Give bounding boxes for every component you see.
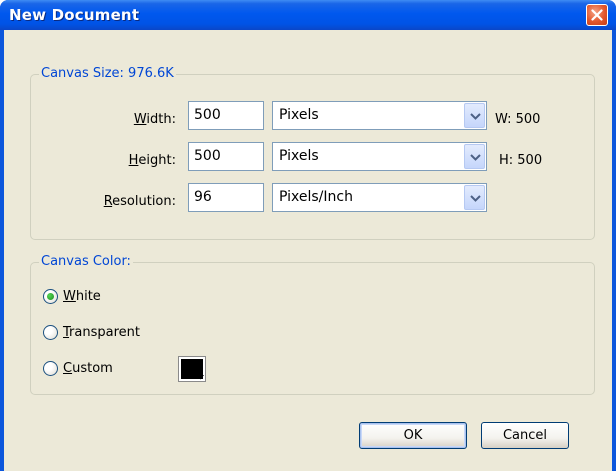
white-option-label[interactable]: White [63, 289, 101, 305]
width-unit-select[interactable]: Pixels [272, 101, 487, 130]
width-unit-dropdown-button[interactable] [464, 103, 485, 128]
height-unit-dropdown-button[interactable] [464, 144, 485, 169]
width-readout: W: 500 [495, 112, 541, 127]
ok-button[interactable]: OK [359, 422, 467, 449]
height-unit-select[interactable]: Pixels [272, 142, 487, 171]
radio-white[interactable] [43, 289, 58, 304]
transparent-option-label[interactable]: Transparent [63, 325, 140, 341]
width-input[interactable]: 500 [188, 101, 264, 130]
close-icon [591, 9, 603, 21]
dialog-title: New Document [9, 6, 140, 24]
resolution-label: Resolution: [103, 194, 176, 209]
height-label: Height: [128, 153, 176, 168]
radio-selected-dot [47, 293, 54, 300]
chevron-down-icon [470, 154, 481, 161]
radio-transparent[interactable] [43, 325, 58, 340]
width-unit-value: Pixels [279, 107, 319, 123]
chevron-down-icon [470, 113, 481, 120]
height-unit-value: Pixels [279, 148, 319, 164]
canvas-color-label: Canvas Color: [39, 254, 133, 270]
dialog-window: New Document Canvas Size: 976.6K Width: … [0, 0, 616, 471]
custom-color-swatch[interactable] [178, 356, 206, 382]
resolution-unit-dropdown-button[interactable] [464, 185, 485, 210]
height-input[interactable]: 500 [188, 142, 264, 171]
custom-option-label[interactable]: Custom [63, 361, 113, 377]
resolution-unit-select[interactable]: Pixels/Inch [272, 183, 487, 212]
dialog-body: Canvas Size: 976.6K Width: 500 Pixels W:… [4, 30, 612, 471]
chevron-down-icon [470, 195, 481, 202]
canvas-size-label: Canvas Size: 976.6K [39, 66, 176, 82]
width-label: Width: [133, 112, 176, 127]
close-button[interactable] [586, 4, 608, 26]
swatch-dropdown-arrow-icon [197, 375, 204, 380]
title-bar[interactable]: New Document [0, 0, 616, 30]
height-readout: H: 500 [499, 153, 543, 168]
radio-custom[interactable] [43, 361, 58, 376]
cancel-button[interactable]: Cancel [481, 422, 569, 449]
resolution-input[interactable]: 96 [188, 183, 264, 212]
resolution-unit-value: Pixels/Inch [279, 189, 353, 205]
